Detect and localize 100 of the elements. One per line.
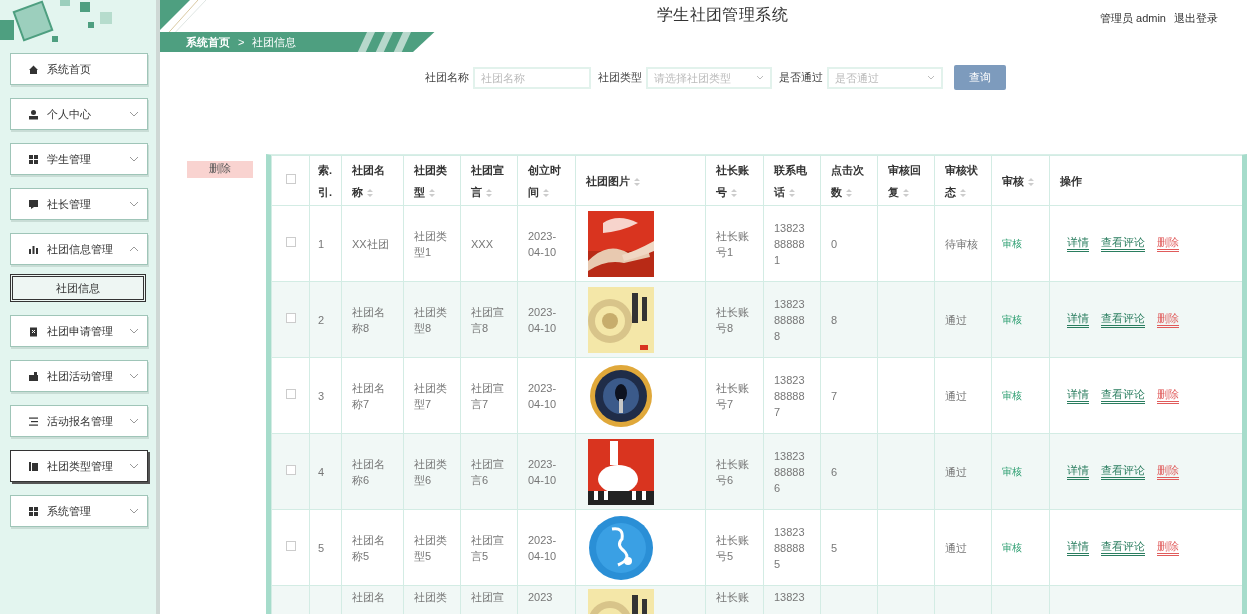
input-field[interactable]: 社团名称 bbox=[473, 66, 591, 89]
table-cell-text: 13823888886 bbox=[774, 448, 806, 496]
menu-item[interactable]: 活动报名管理 bbox=[10, 405, 148, 437]
chevron-down-icon bbox=[129, 328, 139, 334]
grid-icon bbox=[28, 505, 39, 517]
menu-item[interactable]: 学生管理 bbox=[10, 143, 148, 175]
table-cell-text: 5 bbox=[831, 540, 839, 556]
sort-icon bbox=[486, 188, 492, 197]
action-link[interactable]: 详情 bbox=[1067, 387, 1089, 404]
table-cell-text: 社团宣言5 bbox=[471, 532, 505, 564]
action-link[interactable]: 详情 bbox=[1067, 463, 1089, 480]
action-link[interactable]: 查看评论 bbox=[1101, 387, 1145, 404]
table-cell-text: 5 bbox=[318, 540, 326, 556]
select-field[interactable]: 是否通过 bbox=[827, 66, 943, 89]
checkbox[interactable] bbox=[285, 237, 296, 248]
review-link[interactable]: 审核 bbox=[1002, 390, 1022, 401]
admin-label: 管理员 admin bbox=[1099, 11, 1166, 26]
table-cell-text: 社团名称5 bbox=[352, 532, 386, 564]
action-link[interactable]: 详情 bbox=[1067, 539, 1089, 556]
chevron-down-icon bbox=[129, 418, 139, 424]
table-cell-text: 2023 bbox=[528, 590, 554, 605]
app-title: 学生社团管理系统 bbox=[656, 4, 789, 25]
field-label: 是否通过 bbox=[779, 70, 823, 86]
table-cell-text: 2023-04-10 bbox=[528, 532, 558, 564]
delete-button[interactable]: 删除 bbox=[187, 161, 253, 178]
select-field[interactable]: 请选择社团类型 bbox=[646, 66, 772, 89]
checkbox[interactable] bbox=[285, 465, 296, 476]
menu-item[interactable]: 个人中心 bbox=[10, 98, 148, 130]
table-cell-text: 社团类型6 bbox=[414, 456, 448, 488]
table-cell-text: 社长账 bbox=[716, 590, 750, 605]
menu-item[interactable]: 社团信息管理 bbox=[10, 233, 148, 265]
delete-link[interactable]: 删除 bbox=[1157, 387, 1179, 404]
menu-item[interactable]: 社长管理 bbox=[10, 188, 148, 220]
delete-link[interactable]: 删除 bbox=[1157, 311, 1179, 328]
table-cell-text: 13823888881 bbox=[774, 220, 806, 268]
menu-item[interactable]: 社团类型管理 bbox=[10, 450, 148, 482]
sort-icon bbox=[543, 188, 549, 197]
clipboard-icon bbox=[28, 325, 39, 337]
table-cell-text: 1 bbox=[318, 236, 326, 252]
table-cell-text: 2023-04-10 bbox=[528, 228, 558, 260]
chevron-down-icon bbox=[129, 508, 139, 514]
action-link[interactable]: 查看评论 bbox=[1101, 539, 1145, 556]
logout-link[interactable]: 退出登录 bbox=[1174, 10, 1218, 27]
sort-icon bbox=[731, 188, 737, 197]
chevron-down-icon bbox=[129, 373, 139, 379]
table-cell-text: 待审核 bbox=[945, 236, 979, 252]
delete-link[interactable]: 删除 bbox=[1157, 235, 1179, 252]
menu-item[interactable]: 社团活动管理 bbox=[10, 360, 148, 392]
breadcrumb-separator: > bbox=[238, 34, 245, 50]
checkbox[interactable] bbox=[285, 541, 296, 552]
table-cell-text: 13823888885 bbox=[774, 524, 806, 572]
table-cell-text: 0 bbox=[831, 236, 839, 252]
sort-icon bbox=[367, 188, 373, 197]
delete-link[interactable]: 删除 bbox=[1157, 539, 1179, 556]
checkbox[interactable] bbox=[285, 313, 296, 324]
submenu-item[interactable]: 社团信息 bbox=[10, 274, 146, 302]
table-cell-text: XX社团 bbox=[352, 236, 390, 252]
checkbox[interactable] bbox=[285, 389, 296, 400]
action-link[interactable]: 详情 bbox=[1067, 311, 1089, 328]
table-cell-text: 2023-04-10 bbox=[528, 304, 558, 336]
checkbox[interactable] bbox=[285, 174, 296, 185]
table-cell-text: 13823 bbox=[774, 590, 806, 605]
sort-icon bbox=[429, 188, 435, 197]
chevron-down-icon bbox=[756, 74, 764, 80]
menu-item[interactable]: 系统管理 bbox=[10, 495, 148, 527]
table-cell-text: 7 bbox=[831, 388, 839, 404]
field-label: 社团名称 bbox=[425, 70, 469, 86]
action-link[interactable]: 查看评论 bbox=[1101, 311, 1145, 328]
table-cell-text: 社团类型5 bbox=[414, 532, 448, 564]
table-cell-text: 社团名称7 bbox=[352, 380, 386, 412]
delete-link[interactable]: 删除 bbox=[1157, 463, 1179, 480]
action-link[interactable]: 查看评论 bbox=[1101, 463, 1145, 480]
table-cell-text: 社长账号6 bbox=[716, 456, 750, 488]
review-link[interactable]: 审核 bbox=[1002, 542, 1022, 553]
table-cell-text: 社长账号7 bbox=[716, 380, 750, 412]
home-icon bbox=[28, 63, 39, 75]
table-cell-text: 通过 bbox=[945, 388, 968, 404]
menu-item[interactable]: 社团申请管理 bbox=[10, 315, 148, 347]
table-cell-text: 社长账号5 bbox=[716, 532, 750, 564]
table-cell-text: 2023-04-10 bbox=[528, 456, 558, 488]
table-cell-text: 通过 bbox=[945, 312, 968, 328]
table-cell-text: 3 bbox=[318, 388, 326, 404]
menu-item[interactable]: 系统首页 bbox=[10, 53, 148, 85]
table-cell-text: 社团名称6 bbox=[352, 456, 386, 488]
table-cell-text: 社团类型7 bbox=[414, 380, 448, 412]
sort-icon bbox=[903, 188, 909, 197]
table-cell-text: 社团宣言6 bbox=[471, 456, 505, 488]
chevron-up-icon bbox=[129, 246, 139, 252]
review-link[interactable]: 审核 bbox=[1002, 238, 1022, 249]
sort-icon bbox=[789, 188, 795, 197]
sort-icon bbox=[846, 188, 852, 197]
bar-chart-icon bbox=[28, 243, 39, 255]
table-cell-text: 8 bbox=[831, 312, 839, 328]
sort-icon bbox=[960, 188, 966, 197]
action-link[interactable]: 查看评论 bbox=[1101, 235, 1145, 252]
table-cell-text: 社团宣 bbox=[471, 590, 505, 605]
table-cell-text: 社团类 bbox=[414, 590, 448, 605]
user-icon bbox=[28, 108, 39, 120]
action-link[interactable]: 详情 bbox=[1067, 235, 1089, 252]
table-cell-text: 通过 bbox=[945, 464, 968, 480]
